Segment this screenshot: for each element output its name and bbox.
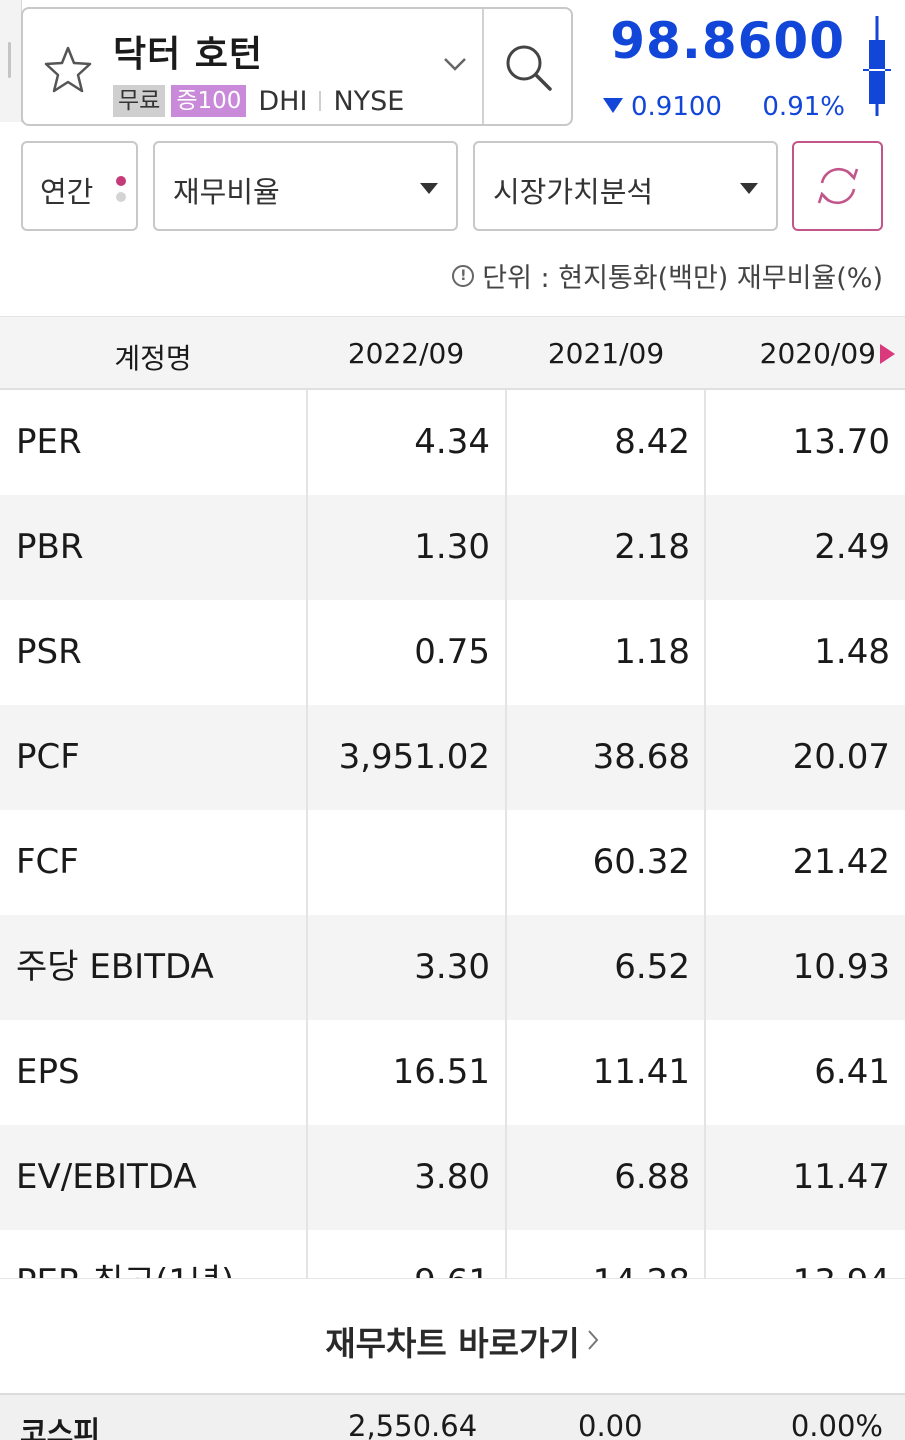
cell-value: 2.49 <box>814 527 890 567</box>
search-button[interactable] <box>484 9 571 124</box>
column-header-account: 계정명 <box>114 342 192 375</box>
change-percent: 0.91% <box>762 92 845 122</box>
margin-badge: 증100 <box>171 85 247 117</box>
market-index-bar[interactable]: 코스피 2,550.64 0.00 0.00% <box>0 1393 905 1440</box>
cell-value: 20.07 <box>792 737 890 777</box>
stock-name: 닥터 호턴 <box>113 34 264 75</box>
refresh-icon <box>817 167 859 205</box>
column-header-2020: 2020/09 <box>759 337 876 370</box>
table-header: 계정명 2022/09 2021/09 2020/09 <box>0 316 905 390</box>
cell-value: 4.34 <box>414 422 490 462</box>
category-label: 재무비율 <box>173 175 280 209</box>
analysis-dropdown[interactable]: 시장가치분석 <box>473 141 778 231</box>
cell-value: 8.42 <box>614 422 690 462</box>
column-divider <box>505 390 507 1278</box>
ticker-symbol: DHI <box>258 85 308 117</box>
candlestick-icon <box>863 16 891 116</box>
index-name: 코스피 <box>20 1415 101 1440</box>
column-header-2021: 2021/09 <box>547 337 665 370</box>
table-row: 주당 EBITDA 3.30 6.52 10.93 <box>0 915 905 1020</box>
cell-value: 3,951.02 <box>338 737 490 777</box>
period-selector[interactable]: 연간 <box>21 141 138 231</box>
row-label: PER <box>16 422 82 462</box>
cell-value: 1.48 <box>814 632 890 672</box>
cell-value: 16.51 <box>392 1052 490 1092</box>
change-amount: 0.9100 <box>631 92 722 122</box>
cell-value <box>306 810 490 915</box>
index-change: 0.00 <box>578 1409 643 1440</box>
shortcut-label: 재무차트 바로가기 <box>325 1324 580 1363</box>
table-row: PER 4.34 8.42 13.70 <box>0 390 905 495</box>
free-badge: 무료 <box>113 85 166 117</box>
table-row: PSR 0.75 1.18 1.48 <box>0 600 905 705</box>
ratio-table[interactable]: PER 4.34 8.42 13.70 PBR 1.30 2.18 2.49 P… <box>0 390 905 1278</box>
cell-value: 38.68 <box>592 737 690 777</box>
search-icon <box>506 45 552 91</box>
cell-value: 1.18 <box>614 632 690 672</box>
down-arrow-icon <box>603 98 623 113</box>
column-divider <box>306 390 308 1278</box>
cell-value: 6.52 <box>614 947 690 987</box>
chevron-right-icon <box>588 1330 599 1350</box>
cell-value: 2.18 <box>614 527 690 567</box>
row-label: PCF <box>16 737 80 777</box>
cell-value: 14.28 <box>506 1230 690 1278</box>
cell-value: 3.80 <box>414 1157 490 1197</box>
column-header-2022: 2022/09 <box>347 337 465 370</box>
drawer-grip <box>8 42 11 78</box>
row-label: PBR <box>16 527 84 567</box>
cell-value: 60.32 <box>592 842 690 882</box>
cell-value: 3.30 <box>414 947 490 987</box>
table-row: PBR 1.30 2.18 2.49 <box>0 495 905 600</box>
cell-value: 10.93 <box>792 947 890 987</box>
cell-value: 0.75 <box>414 632 490 672</box>
table-row: PER 최고(1년) 9.61 14.28 13.94 <box>0 1230 905 1278</box>
star-icon[interactable] <box>41 43 95 97</box>
stock-tags: 무료 증100 DHI NYSE <box>113 85 404 117</box>
info-icon: ! <box>452 264 475 287</box>
index-value: 2,550.64 <box>348 1409 478 1440</box>
table-row: EV/EBITDA 3.80 6.88 11.47 <box>0 1125 905 1230</box>
row-label: EPS <box>16 1052 80 1092</box>
row-label: FCF <box>16 842 79 882</box>
cell-value: 11.47 <box>792 1157 890 1197</box>
unit-note: ! 단위 : 현지통화(백만) 재무비율(%) <box>452 256 883 295</box>
current-price: 98.8600 <box>610 12 845 70</box>
column-divider <box>704 390 706 1278</box>
category-dropdown[interactable]: 재무비율 <box>153 141 458 231</box>
chevron-down-icon[interactable] <box>442 55 468 73</box>
price-change: 0.9100 0.91% <box>600 90 845 126</box>
page-dot-active <box>116 176 126 186</box>
exchange-name: NYSE <box>333 85 405 117</box>
stock-info[interactable]: 닥터 호턴 무료 증100 DHI NYSE <box>23 9 484 124</box>
page-dot <box>116 192 126 202</box>
side-drawer-handle[interactable] <box>0 0 22 122</box>
cell-value: 11.41 <box>592 1052 690 1092</box>
analysis-label: 시장가치분석 <box>493 175 654 209</box>
cell-value: 9.61 <box>306 1230 490 1278</box>
financial-chart-shortcut[interactable]: 재무차트 바로가기 <box>0 1278 905 1393</box>
row-label: PSR <box>16 632 82 672</box>
table-row: FCF 60.32 21.42 <box>0 810 905 915</box>
table-row: EPS 16.51 11.41 6.41 <box>0 1020 905 1125</box>
cell-value: 21.42 <box>792 842 890 882</box>
row-label: 주당 EBITDA <box>16 947 214 987</box>
row-label: PER 최고(1년) <box>16 1230 306 1278</box>
cell-value: 13.70 <box>792 422 890 462</box>
refresh-button[interactable] <box>792 141 883 231</box>
cell-value: 6.88 <box>614 1157 690 1197</box>
cell-value: 1.30 <box>414 527 490 567</box>
unit-note-text: 단위 : 현지통화(백만) 재무비율(%) <box>482 263 883 294</box>
divider <box>319 91 322 111</box>
table-row: PCF 3,951.02 38.68 20.07 <box>0 705 905 810</box>
period-label: 연간 <box>40 175 94 209</box>
scroll-right-arrow-icon[interactable] <box>880 344 895 364</box>
caret-down-icon <box>420 183 438 194</box>
caret-down-icon <box>740 183 758 194</box>
cell-value: 13.94 <box>706 1230 890 1278</box>
stock-selector[interactable]: 닥터 호턴 무료 증100 DHI NYSE <box>21 7 573 126</box>
index-change-percent: 0.00% <box>790 1409 883 1440</box>
row-label: EV/EBITDA <box>16 1157 197 1197</box>
cell-value: 6.41 <box>814 1052 890 1092</box>
